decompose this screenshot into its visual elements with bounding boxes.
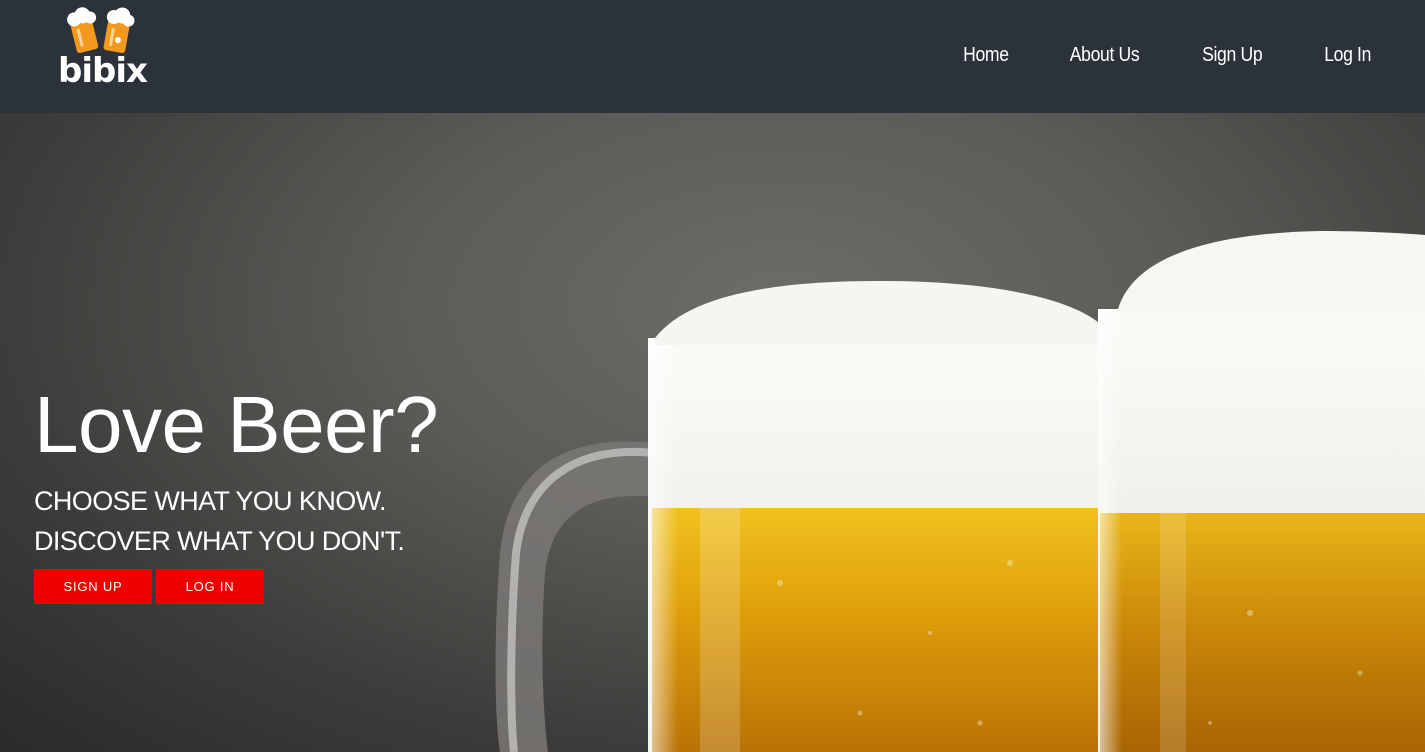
sign-up-button[interactable]: SIGN UP bbox=[34, 569, 152, 604]
hero-cta-group: SIGN UP LOG IN bbox=[34, 569, 264, 604]
nav-about-us[interactable]: About Us bbox=[1070, 44, 1140, 67]
hero-tagline: CHOOSE WHAT YOU KNOW. DISCOVER WHAT YOU … bbox=[34, 481, 405, 561]
top-navigation-bar: bibix Home About Us Sign Up Log In bbox=[0, 0, 1425, 113]
tagline-line-2: DISCOVER WHAT YOU DON'T. bbox=[34, 526, 405, 556]
nav-home[interactable]: Home bbox=[963, 44, 1009, 67]
hero-section: Love Beer? CHOOSE WHAT YOU KNOW. DISCOVE… bbox=[0, 113, 1425, 752]
nav-sign-up[interactable]: Sign Up bbox=[1203, 44, 1264, 67]
nav-log-in[interactable]: Log In bbox=[1324, 44, 1371, 67]
log-in-button[interactable]: LOG IN bbox=[156, 569, 264, 604]
brand-logo[interactable]: bibix bbox=[56, 4, 150, 90]
main-nav: Home About Us Sign Up Log In bbox=[960, 44, 1374, 67]
beer-mugs-logo-icon bbox=[67, 7, 135, 54]
brand-name: bibix bbox=[58, 51, 148, 91]
hero-headline: Love Beer? bbox=[34, 380, 439, 469]
tagline-line-1: CHOOSE WHAT YOU KNOW. bbox=[34, 486, 387, 516]
